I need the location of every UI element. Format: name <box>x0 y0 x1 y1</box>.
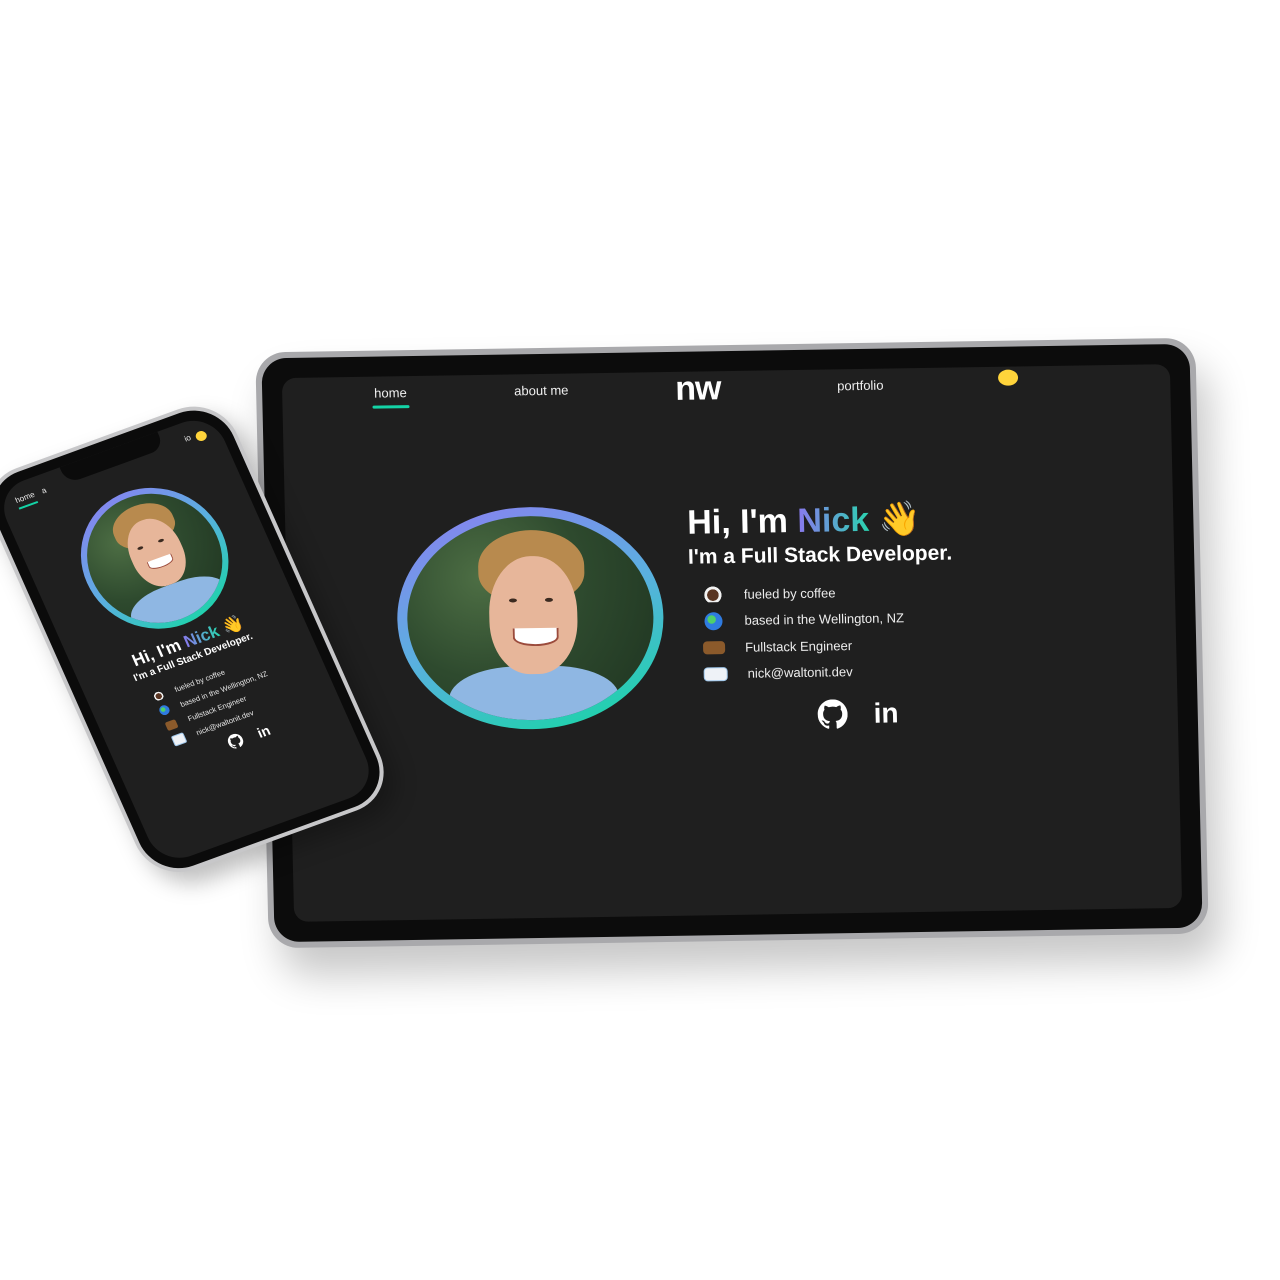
briefcase-icon <box>702 640 726 655</box>
site-logo[interactable]: nw <box>675 369 721 409</box>
coffee-icon <box>151 689 166 702</box>
fact-item: nick@waltonit.dev <box>703 658 905 688</box>
phone-nav-home[interactable]: home <box>14 490 36 505</box>
globe-icon <box>157 703 172 717</box>
linkedin-icon[interactable]: in <box>873 697 899 734</box>
profile-photo <box>405 514 656 723</box>
fact-text: Fullstack Engineer <box>744 637 853 655</box>
phone-nav-portfolio[interactable]: io <box>183 433 193 443</box>
github-icon[interactable] <box>225 732 246 754</box>
tablet-device: home about me nw portfolio Hi, I'm Nick … <box>255 337 1209 949</box>
github-icon[interactable] <box>817 699 848 735</box>
hero-subtitle: I'm a Full Stack Developer. <box>687 541 953 569</box>
nav-home[interactable]: home <box>374 385 407 401</box>
fact-text: fueled by coffee <box>743 585 836 602</box>
greeting-prefix: Hi, I'm <box>686 501 798 542</box>
wave-icon: 👋 <box>878 500 922 539</box>
tablet-screen: home about me nw portfolio Hi, I'm Nick … <box>281 364 1183 922</box>
nav-portfolio[interactable]: portfolio <box>837 378 884 394</box>
fact-list: fueled by coffee based in the Wellington… <box>701 578 906 688</box>
hero-greeting: Hi, I'm Nick 👋 <box>687 499 922 543</box>
profile-avatar-ring <box>394 505 666 732</box>
globe-icon <box>704 611 723 631</box>
sun-icon[interactable] <box>997 369 1019 386</box>
tablet-bezel: home about me nw portfolio Hi, I'm Nick … <box>261 343 1203 943</box>
fact-text: nick@waltonit.dev <box>747 664 853 682</box>
coffee-icon <box>701 586 725 603</box>
briefcase-icon <box>164 718 179 731</box>
phone-profile-photo <box>65 475 244 642</box>
navbar: home about me nw portfolio <box>282 364 1171 424</box>
fact-text: based in the Wellington, NZ <box>744 610 905 629</box>
hero-name: Nick <box>796 500 870 540</box>
fact-item: based in the Wellington, NZ <box>702 605 904 635</box>
nav-about-me[interactable]: about me <box>514 383 569 399</box>
envelope-icon <box>703 666 728 682</box>
phone-nav-about[interactable]: a <box>40 486 48 496</box>
fact-item: fueled by coffee <box>701 578 904 608</box>
fact-item: Fullstack Engineer <box>702 631 905 661</box>
linkedin-icon[interactable]: in <box>255 722 274 743</box>
social-links: in <box>817 697 899 735</box>
sun-icon[interactable] <box>194 429 209 443</box>
envelope-icon <box>170 731 188 747</box>
